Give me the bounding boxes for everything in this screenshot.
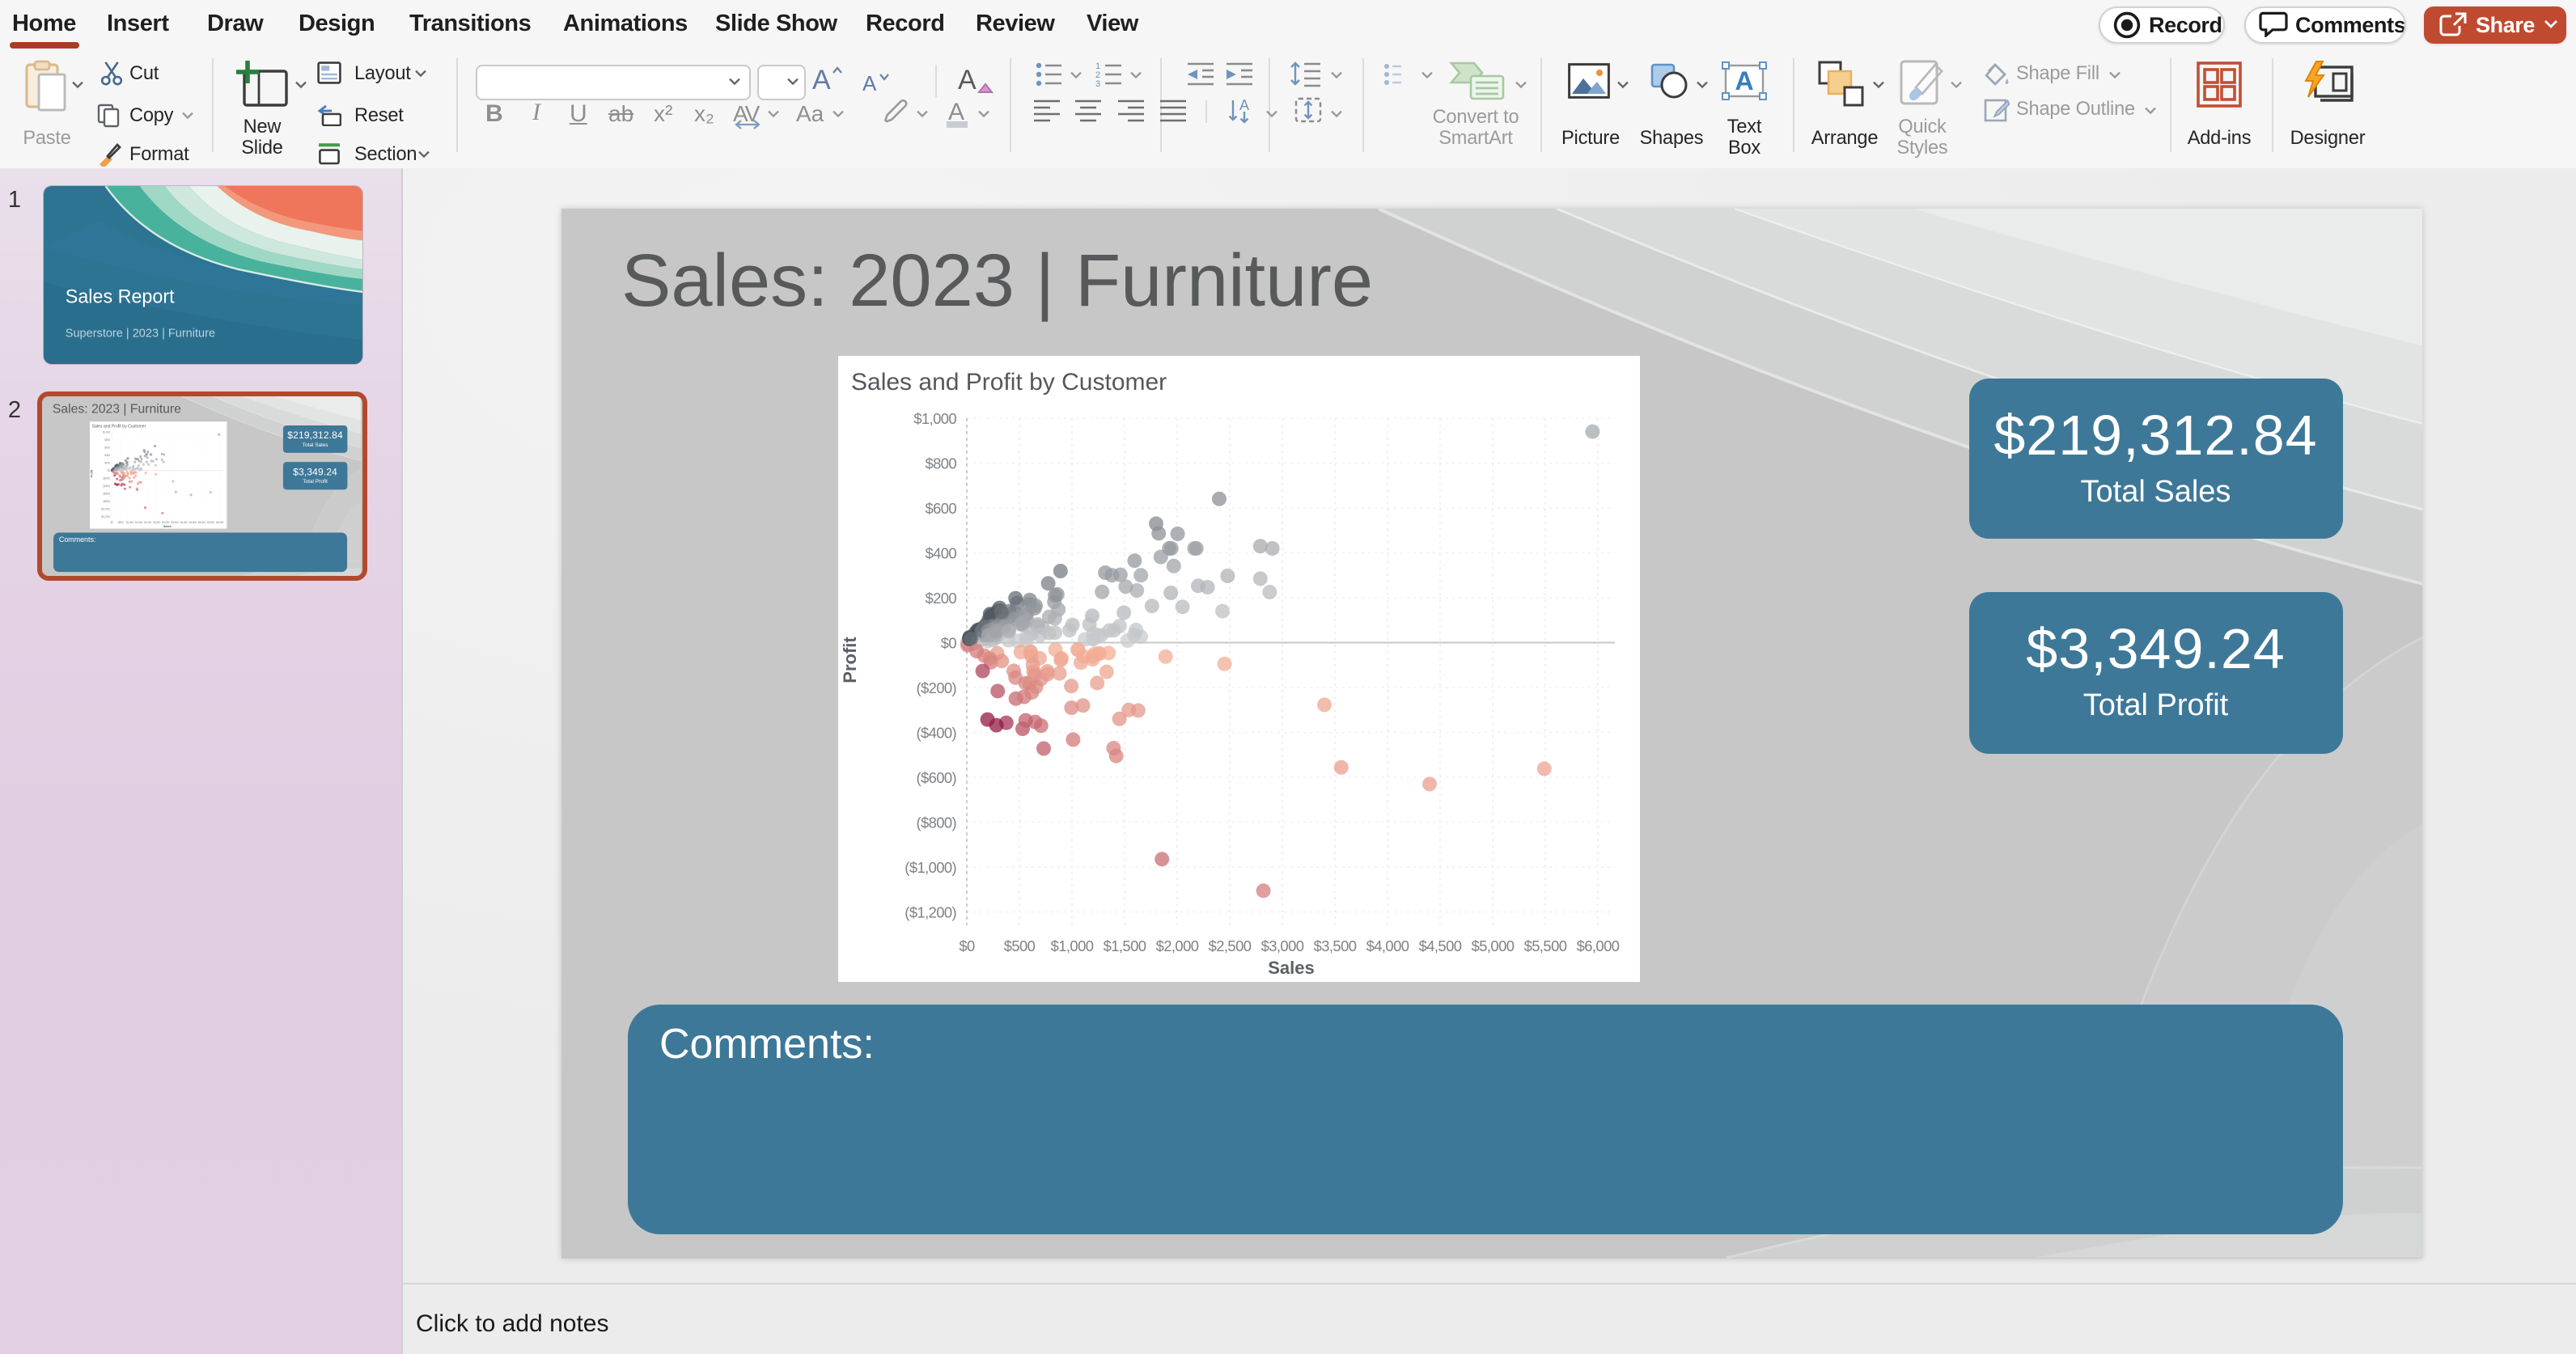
svg-text:A: A [1239,97,1249,113]
svg-text:$2,500: $2,500 [152,520,159,523]
svg-text:$400: $400 [104,453,109,456]
svg-text:$2,500: $2,500 [1209,937,1252,954]
svg-text:Sales: Sales [1268,957,1315,977]
svg-text:$500: $500 [117,520,123,523]
svg-text:Sales and Profit by Customer: Sales and Profit by Customer [91,423,146,428]
svg-text:($600): ($600) [916,768,956,785]
svg-text:$0: $0 [107,468,110,472]
svg-text:$200: $200 [104,461,109,464]
svg-text:$2,000: $2,000 [143,520,150,523]
svg-text:$1,500: $1,500 [134,520,142,523]
svg-text:3: 3 [1095,79,1100,87]
svg-text:Superstore | 2023 | Furniture: Superstore | 2023 | Furniture [65,328,214,341]
svg-text:$5,000: $5,000 [1472,937,1515,954]
svg-text:($1,000): ($1,000) [100,507,109,510]
svg-text:$3,500: $3,500 [1314,937,1357,954]
svg-text:($200): ($200) [916,679,956,696]
svg-text:$400: $400 [925,544,956,561]
svg-text:Sales Report: Sales Report [65,286,174,308]
svg-text:$0: $0 [941,634,957,651]
svg-text:($1,200): ($1,200) [100,514,109,518]
svg-text:$600: $600 [925,499,956,516]
svg-text:$200: $200 [925,589,956,606]
svg-text:$0: $0 [109,520,112,523]
svg-text:($800): ($800) [916,814,956,831]
svg-text:$1,000: $1,000 [1051,937,1094,954]
svg-text:($1,200): ($1,200) [905,903,956,920]
svg-text:$1,000: $1,000 [913,409,956,426]
svg-text:$5,500: $5,500 [1524,937,1567,954]
svg-text:Sales and Profit by Customer: Sales and Profit by Customer [851,368,1167,395]
svg-text:$2,000: $2,000 [1156,937,1199,954]
svg-text:$4,000: $4,000 [1366,937,1409,954]
svg-text:$3,000: $3,000 [1261,937,1304,954]
svg-text:$500: $500 [1004,937,1036,954]
svg-text:($400): ($400) [916,724,956,741]
svg-text:A: A [1735,66,1753,95]
svg-text:$5,000: $5,000 [197,520,205,523]
svg-text:$800: $800 [925,455,956,472]
svg-text:Profit: Profit [840,636,860,683]
svg-text:Profit: Profit [90,468,93,477]
svg-text:$6,000: $6,000 [215,520,222,523]
svg-text:($200): ($200) [102,476,109,480]
svg-text:$6,000: $6,000 [1577,937,1620,954]
svg-text:($600): ($600) [102,492,109,495]
svg-text:$4,500: $4,500 [189,520,196,523]
svg-text:$0: $0 [959,937,975,954]
svg-text:$1,000: $1,000 [125,520,133,523]
svg-text:$3,500: $3,500 [171,520,178,523]
svg-text:$5,500: $5,500 [206,520,214,523]
svg-text:$4,500: $4,500 [1419,937,1462,954]
svg-text:($1,000): ($1,000) [905,858,956,875]
svg-text:$4,000: $4,000 [180,520,187,523]
svg-text:$1,000: $1,000 [102,430,109,434]
svg-text:($400): ($400) [102,484,109,487]
svg-text:$3,000: $3,000 [161,520,168,523]
svg-text:($800): ($800) [102,499,109,502]
svg-text:$1,500: $1,500 [1104,937,1146,954]
svg-text:Sales: Sales [163,524,171,527]
svg-text:$800: $800 [104,438,109,441]
svg-text:$600: $600 [104,446,109,449]
